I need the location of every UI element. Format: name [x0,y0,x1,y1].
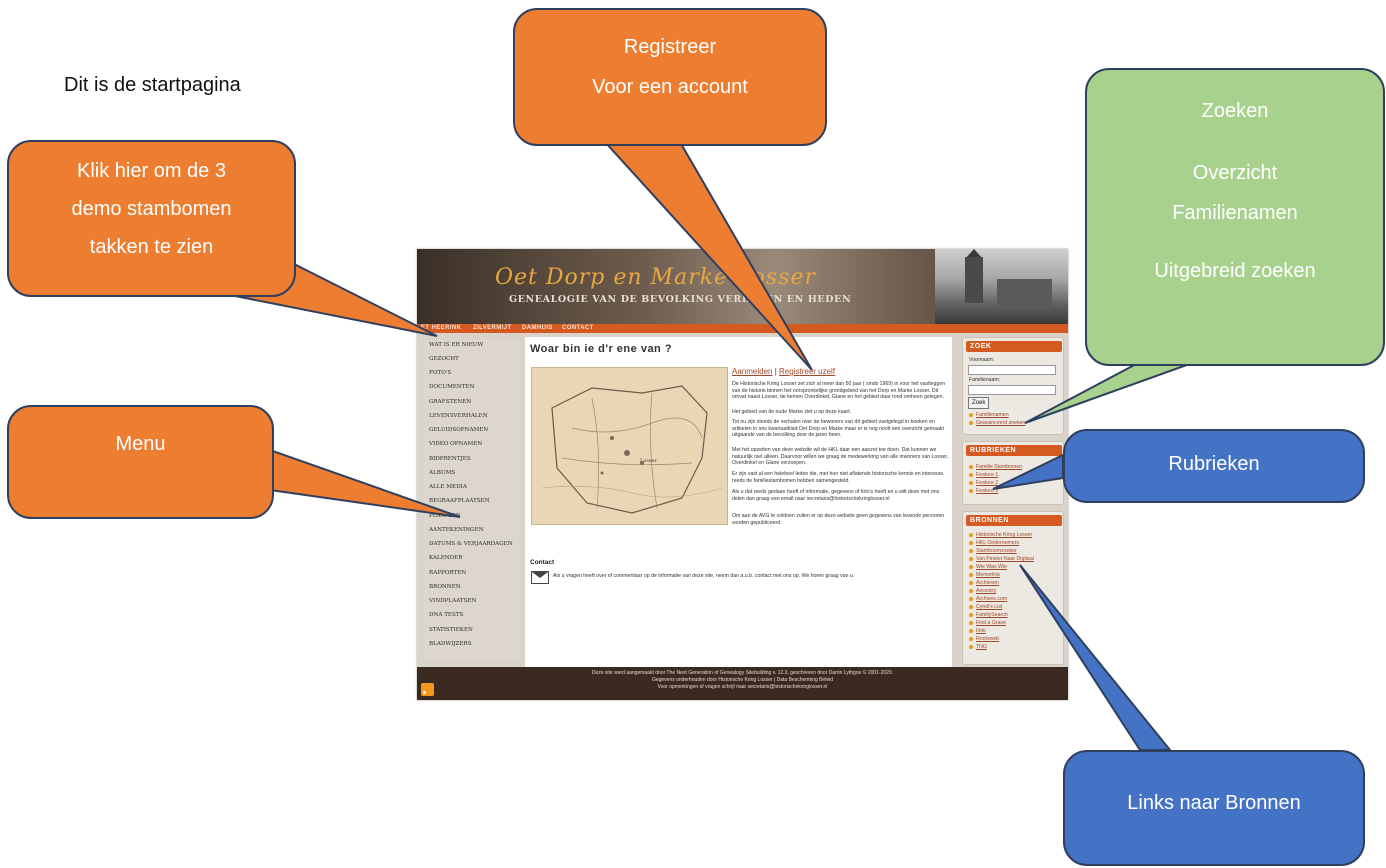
menu-callout: Menu [7,405,274,519]
zoeken-callout: Zoeken Overzicht Familienamen Uitgebreid… [1085,68,1385,366]
callout-line: demo stambomen [71,198,232,220]
callout-line: Overzicht [1192,162,1278,184]
rubrieken-tail [992,453,1064,490]
registreer-tail [602,141,813,371]
callout-line: Links naar Bronnen [1127,792,1301,814]
callout-line: takken te zien [89,236,214,258]
registreer-callout: Registreer Voor een account [513,8,827,146]
callout-line: Familienamen [1172,202,1298,224]
klik-hier-callout: Klik hier om de 3 demo stambomen takken … [7,140,296,297]
zoeken-tail [1024,361,1196,424]
bronnen-callout: Links naar Bronnen [1063,750,1365,866]
menu-tail [269,448,461,518]
callout-line: Klik hier om de 3 [77,160,226,182]
rubrieken-callout: Rubrieken [1063,429,1365,503]
callout-line: Registreer [623,36,717,58]
callout-line: Zoeken [1201,100,1269,122]
callout-line: Rubrieken [1168,453,1260,475]
callout-line: Uitgebreid zoeken [1154,260,1316,282]
callout-line: Menu [115,433,166,455]
callout-line: Voor een account [592,76,748,98]
bronnen-tail [1019,564,1173,751]
